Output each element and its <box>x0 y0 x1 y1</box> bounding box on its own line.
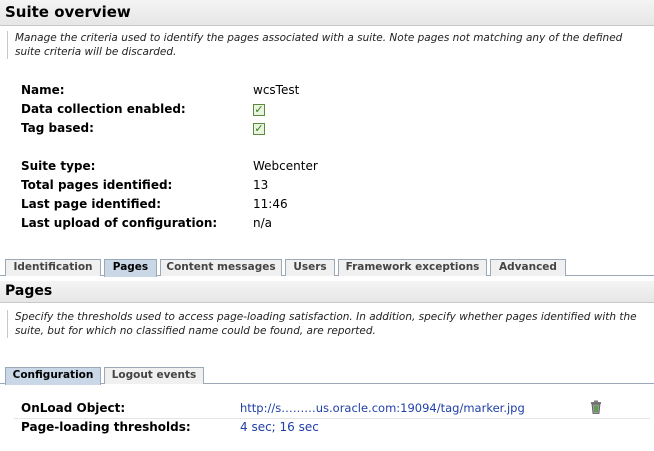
suite-overview-title: Suite overview <box>0 0 654 26</box>
tag-based-label: Tag based: <box>21 121 94 135</box>
tab-logout-events[interactable]: Logout events <box>104 367 204 384</box>
tab-pages[interactable]: Pages <box>104 259 157 277</box>
page-loading-thresholds-label: Page-loading thresholds: <box>21 420 191 434</box>
pages-description: Specify the thresholds used to access pa… <box>7 310 647 338</box>
tab-users[interactable]: Users <box>285 259 335 276</box>
tab-framework-exceptions[interactable]: Framework exceptions <box>338 259 487 276</box>
last-page-label: Last page identified: <box>21 197 162 211</box>
total-pages-value: 13 <box>253 178 269 192</box>
tab-advanced[interactable]: Advanced <box>490 259 566 276</box>
row-divider <box>14 418 650 419</box>
tab-identification[interactable]: Identification <box>5 259 101 276</box>
tab-content-messages[interactable]: Content messages <box>160 259 282 276</box>
tab-configuration[interactable]: Configuration <box>5 367 101 385</box>
data-collection-check-icon: ✓ <box>253 103 265 116</box>
name-label: Name: <box>21 83 65 97</box>
last-upload-value: n/a <box>253 216 273 230</box>
suite-overview-description: Manage the criteria used to identify the… <box>7 31 647 59</box>
suite-type-label: Suite type: <box>21 159 96 173</box>
total-pages-label: Total pages identified: <box>21 178 173 192</box>
last-upload-label: Last upload of configuration: <box>21 216 218 230</box>
pages-title: Pages <box>0 281 654 303</box>
main-tab-bar: Identification Pages Content messages Us… <box>0 258 654 277</box>
onload-object-label: OnLoad Object: <box>21 401 126 415</box>
delete-trash-icon[interactable] <box>590 400 602 414</box>
name-value: wcsTest <box>253 83 300 97</box>
tag-based-check-icon: ✓ <box>253 122 265 135</box>
data-collection-label: Data collection enabled: <box>21 102 186 116</box>
suite-type-value: Webcenter <box>253 159 318 173</box>
last-page-value: 11:46 <box>253 197 288 211</box>
onload-object-link[interactable]: http://s………us.oracle.com:19094/tag/marke… <box>240 401 525 415</box>
page-loading-thresholds-link[interactable]: 4 sec; 16 sec <box>240 420 319 434</box>
pages-sub-tab-bar: Configuration Logout events <box>0 366 654 385</box>
